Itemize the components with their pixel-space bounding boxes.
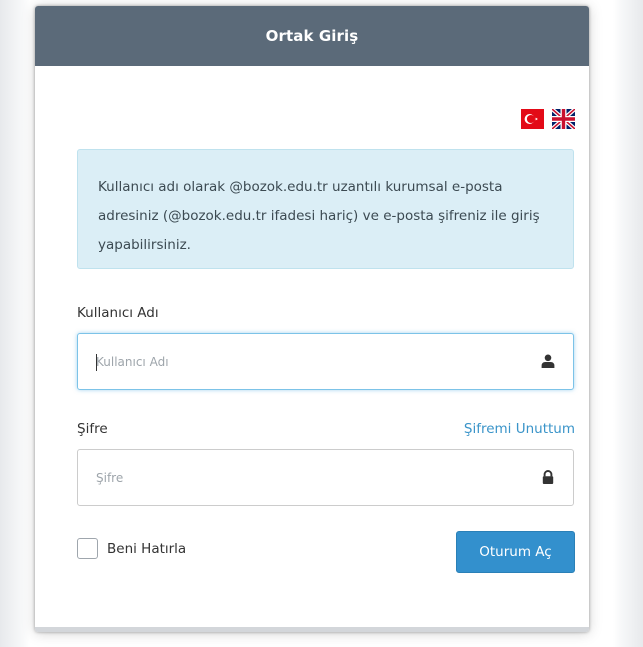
text-cursor <box>96 354 97 371</box>
forgot-password-link[interactable]: Şifremi Unuttum <box>464 421 575 437</box>
login-button[interactable]: Oturum Aç <box>456 531 575 573</box>
remember-label: Beni Hatırla <box>107 540 187 557</box>
uk-flag-icon[interactable] <box>552 109 575 129</box>
username-input[interactable] <box>96 334 516 389</box>
password-label: Şifre <box>77 421 108 437</box>
password-input[interactable] <box>96 450 516 505</box>
info-message: Kullanıcı adı olarak @bozok.edu.tr uzant… <box>98 179 540 253</box>
turkish-flag-icon[interactable] <box>521 109 544 129</box>
lock-icon <box>542 470 554 484</box>
card-title: Ortak Giriş <box>265 27 359 45</box>
remember-checkbox[interactable] <box>77 538 98 559</box>
username-label: Kullanıcı Adı <box>77 305 159 321</box>
card-header: Ortak Giriş <box>35 6 589 66</box>
page-background: Ortak Giriş Kullanıcı adı olarak @bozok.… <box>0 0 643 647</box>
info-alert: Kullanıcı adı olarak @bozok.edu.tr uzant… <box>77 149 574 269</box>
login-card: Ortak Giriş Kullanıcı adı olarak @bozok.… <box>35 6 589 632</box>
username-field-wrapper <box>77 333 574 390</box>
language-selector <box>521 109 575 129</box>
user-icon <box>541 354 555 368</box>
card-footer <box>35 627 589 632</box>
password-field-wrapper <box>77 449 574 506</box>
remember-me[interactable]: Beni Hatırla <box>77 538 186 559</box>
